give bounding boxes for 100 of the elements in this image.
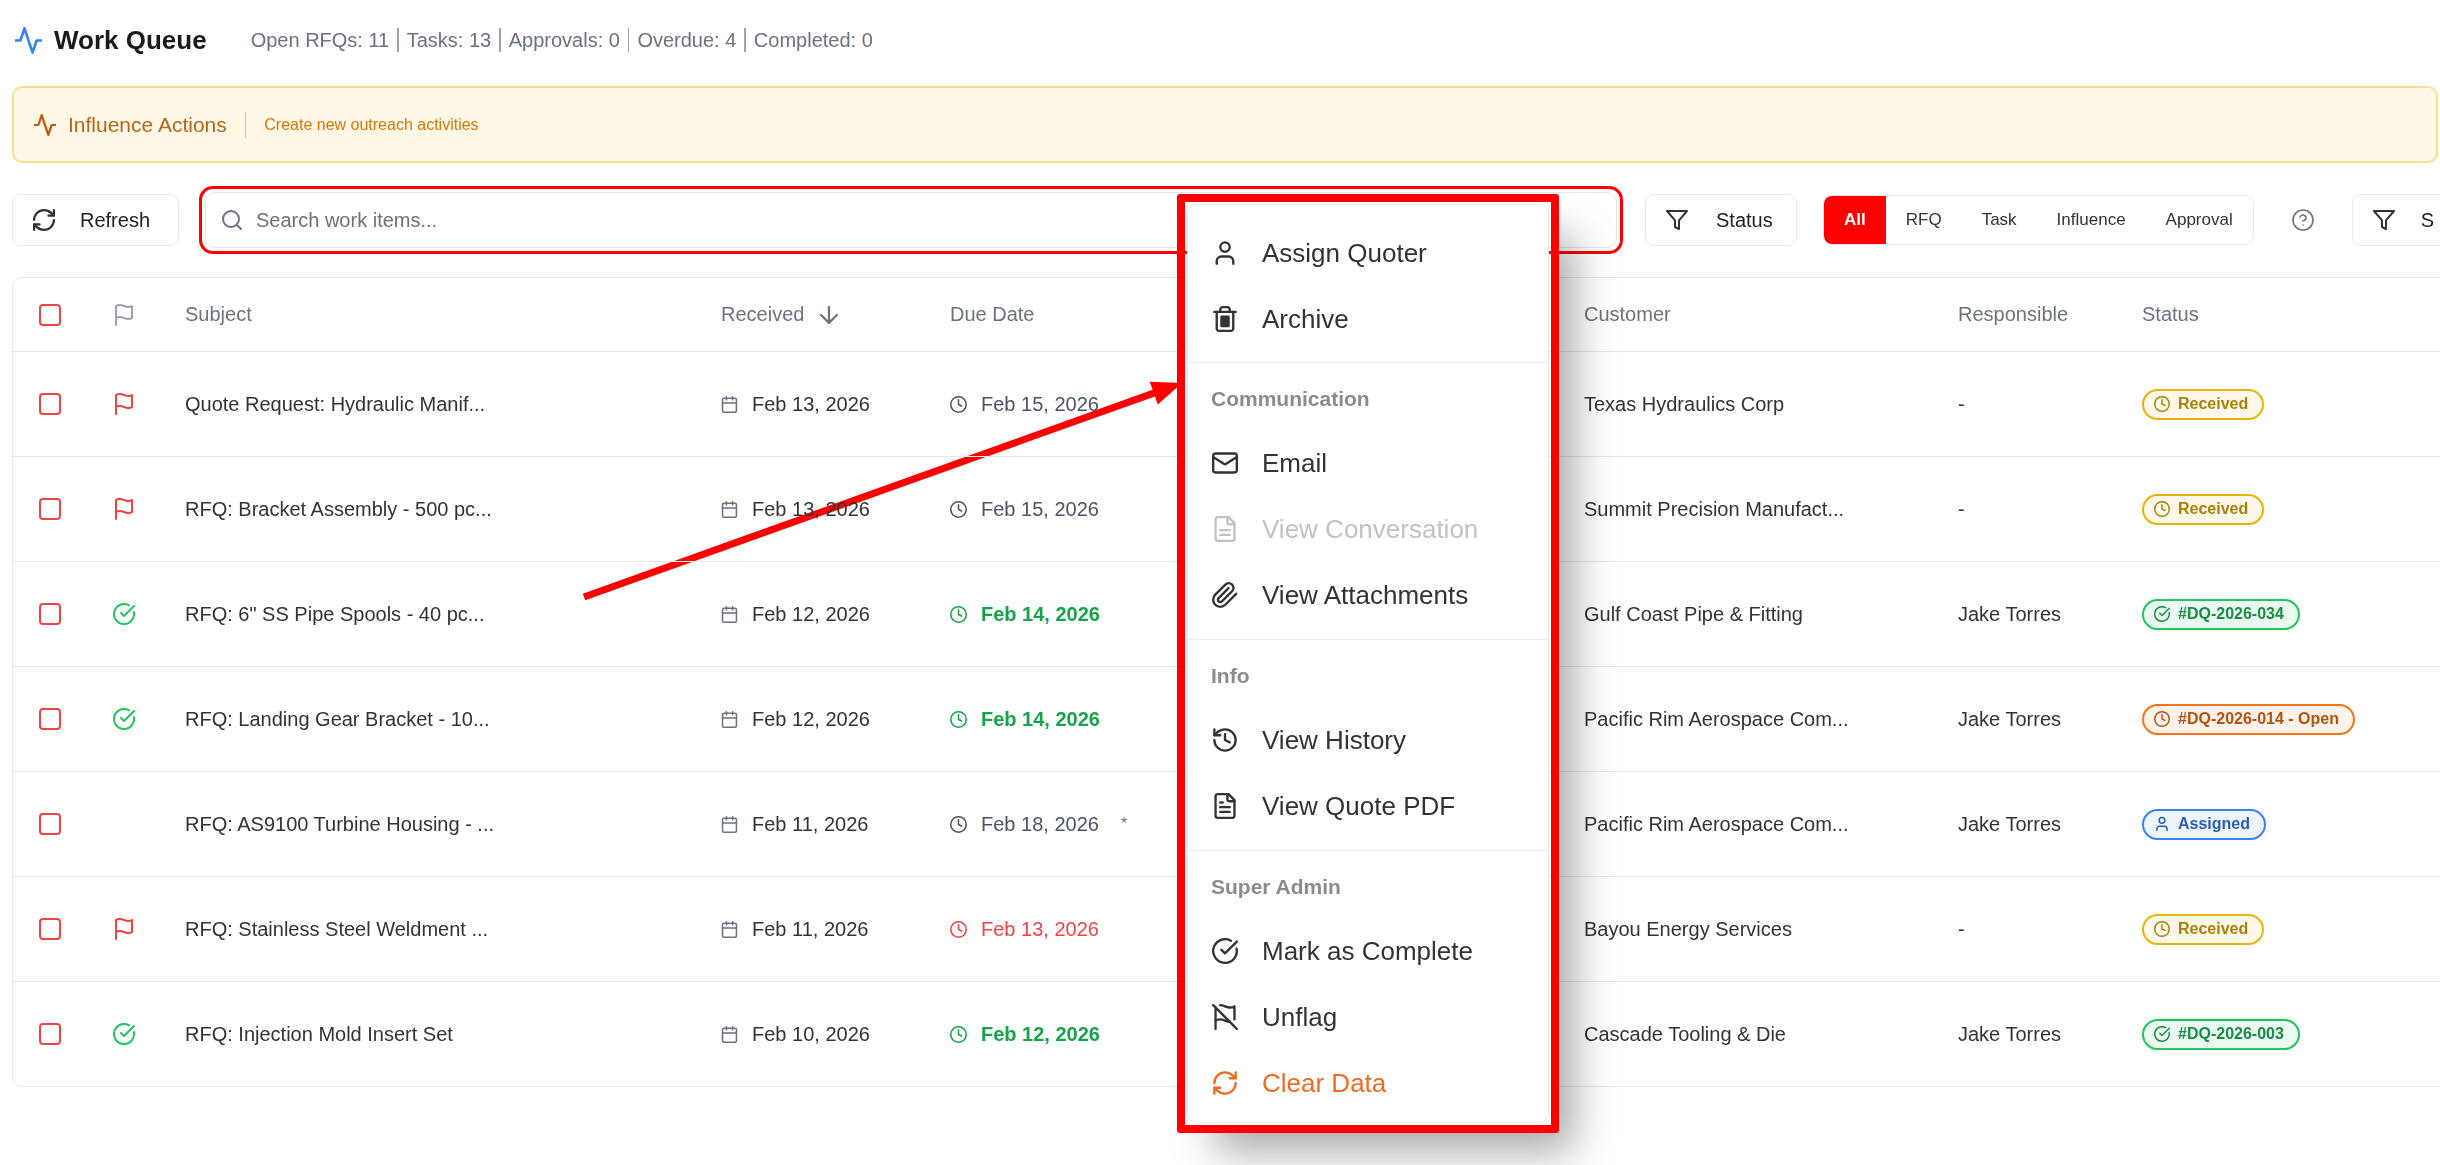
check-circle-icon [2154,1026,2170,1042]
responsible-text: Jake Torres [1958,602,2061,626]
clock-icon [950,605,967,623]
due-date-text: Feb 13, 2026 [981,917,1099,941]
column-header: Due Date [950,303,1035,326]
date-text: Feb 10, 2026 [752,1022,870,1046]
responsible-text: - [1958,917,1965,941]
calendar-icon [721,1025,738,1043]
note-mark: * [1120,815,1128,833]
subject-text: RFQ: Stainless Steel Weldment ... [185,917,489,941]
due-date-text: Feb 18, 2026 [981,812,1099,836]
menu-item[interactable]: View Quote PDF [1188,773,1548,839]
due-date-text: Feb 14, 2026 [981,707,1100,731]
column-header: Subject [185,303,252,326]
history-icon [1212,727,1238,753]
customer-text: Pacific Rim Aerospace Com... [1584,707,1849,731]
flag-icon[interactable] [113,498,135,520]
clock-icon [2154,711,2170,727]
stat-text: Approvals: 0 [508,28,620,52]
subject-text: RFQ: 6" SS Pipe Spools - 40 pc... [185,602,485,626]
type-tab[interactable]: All [1824,196,1886,244]
customer-text: Cascade Tooling & Die [1584,1022,1786,1046]
row-checkbox[interactable] [39,1023,61,1045]
due-date-text: Feb 15, 2026 [981,497,1099,521]
subject-text: Quote Request: Hydraulic Manif... [185,392,486,416]
type-tab[interactable]: Influence [2036,196,2146,244]
trash-icon [1212,306,1238,332]
row-checkbox[interactable] [39,498,61,520]
status-label: #DQ-2026-034 [2178,605,2284,623]
due-date-text: Feb 15, 2026 [981,392,1099,416]
clock-icon [950,1025,967,1043]
menu-item[interactable]: View Attachments [1188,562,1548,628]
date-text: Feb 11, 2026 [752,812,869,836]
menu-item[interactable]: Mark as Complete [1188,918,1548,984]
status-filter-button[interactable]: Status [1645,194,1797,246]
customer-text: Summit Precision Manufact... [1584,497,1845,521]
clock-icon [950,395,967,413]
subject-text: RFQ: Landing Gear Bracket - 10... [185,707,490,731]
row-checkbox[interactable] [39,603,61,625]
flag-icon[interactable] [113,918,135,940]
row-checkbox[interactable] [39,918,61,940]
document-icon [1212,793,1238,819]
menu-item[interactable]: View History [1188,707,1548,773]
responsible-text: - [1958,392,1965,416]
clock-icon [950,710,967,728]
envelope-icon [1212,450,1238,476]
clock-icon [950,815,967,833]
stat-text: Tasks: 13 [406,28,492,52]
select-all-checkbox[interactable] [39,303,61,326]
calendar-icon [721,815,738,833]
responsible-text: Jake Torres [1958,1022,2061,1046]
calendar-icon [721,710,738,728]
menu-section-label: Info [1210,663,1251,689]
subject-text: RFQ: Bracket Assembly - 500 pc... [185,497,492,521]
menu-item[interactable]: Unflag [1188,984,1548,1050]
subject-text: RFQ: AS9100 Turbine Housing - ... [185,812,495,836]
status-label: Assigned [2178,815,2250,833]
refresh-icon [33,209,55,231]
stat-text: Completed: 0 [753,28,873,52]
subject-text: RFQ: Injection Mold Insert Set [185,1022,453,1046]
clock-icon [950,920,967,938]
crossed-flag-icon [1212,1004,1238,1030]
flag-icon[interactable] [113,393,135,415]
customer-text: Texas Hydraulics Corp [1584,392,1785,416]
refresh-icon [1212,1070,1238,1096]
user-icon [2154,816,2170,832]
customer-text: Pacific Rim Aerospace Com... [1584,812,1849,836]
row-checkbox[interactable] [39,708,61,730]
column-header: Status [2142,303,2199,326]
calendar-icon [721,605,738,623]
responsible-text: Jake Torres [1958,707,2061,731]
status-label: Received [2178,920,2249,938]
clock-icon [950,500,967,518]
menu-item[interactable]: Archive [1188,286,1548,352]
filter-button[interactable]: S [2351,194,2440,246]
document-icon [1212,516,1238,542]
type-tab[interactable]: RFQ [1885,196,1962,244]
banner-title: Influence Actions [68,112,227,137]
type-tab[interactable]: Approval [2145,196,2253,244]
status-label: #DQ-2026-003 [2178,1025,2284,1043]
column-header: Responsible [1958,303,2069,326]
row-checkbox[interactable] [39,393,61,415]
row-checkbox[interactable] [39,813,61,835]
help-icon[interactable] [2291,209,2314,231]
check-circle-icon [1212,938,1238,964]
status-label: Received [2178,395,2249,413]
date-text: Feb 13, 2026 [752,392,870,416]
menu-item[interactable]: Email [1188,430,1548,496]
calendar-icon [721,500,738,518]
filter-icon [1666,209,1688,231]
date-text: Feb 12, 2026 [752,602,870,626]
status-label: Received [2178,500,2249,518]
refresh-button[interactable]: Refresh [12,194,179,246]
calendar-icon [721,395,738,413]
column-header: Received [721,303,805,326]
check-circle-icon [2154,606,2170,622]
type-tab[interactable]: Task [1961,196,2037,244]
date-text: Feb 11, 2026 [752,917,869,941]
responsible-text: Jake Torres [1958,812,2061,836]
clock-icon [2154,501,2170,517]
